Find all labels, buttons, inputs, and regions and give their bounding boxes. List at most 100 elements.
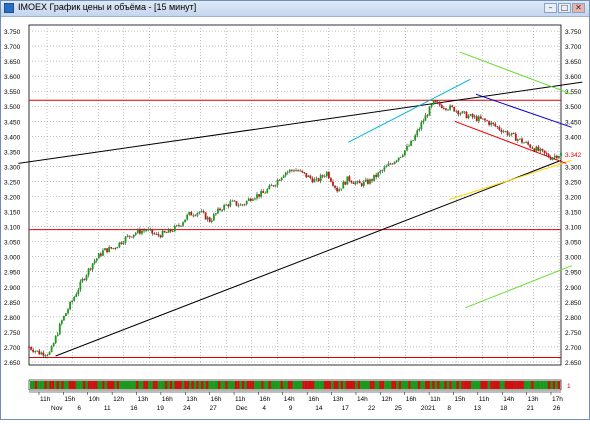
volume-bar bbox=[239, 381, 243, 389]
candle-body bbox=[245, 200, 248, 205]
volume-bar bbox=[350, 381, 354, 389]
candle-body bbox=[120, 242, 123, 244]
candle-body bbox=[547, 154, 550, 158]
volume-bar bbox=[70, 381, 74, 389]
volume-bar bbox=[215, 381, 219, 389]
minimize-button[interactable]: – bbox=[544, 3, 557, 13]
candle-body bbox=[282, 175, 285, 178]
volume-bar bbox=[502, 381, 505, 389]
price-chart[interactable]: 3.750 3.750 3.700 3.700 3.650 3.650 3.600 3.600… bbox=[1, 17, 589, 419]
volume-bar bbox=[494, 381, 498, 389]
volume-bar bbox=[169, 381, 173, 389]
candle-body bbox=[159, 235, 162, 238]
candle-body bbox=[438, 102, 441, 106]
candle-body bbox=[50, 346, 53, 352]
candle-body bbox=[266, 189, 269, 193]
candle-body bbox=[229, 201, 232, 207]
volume-bar bbox=[299, 381, 303, 389]
candle-body bbox=[153, 233, 156, 235]
volume-bar bbox=[242, 381, 245, 389]
volume-bar bbox=[282, 381, 286, 389]
candle-body bbox=[311, 178, 314, 183]
x-tick-label-day: 6 bbox=[77, 405, 81, 412]
volume-bar bbox=[497, 381, 500, 389]
candle-body bbox=[67, 309, 69, 314]
candle-body bbox=[243, 204, 246, 206]
candle-body bbox=[276, 179, 279, 186]
candle-body bbox=[251, 199, 254, 201]
y-tick-label-right: 3.750 bbox=[565, 29, 582, 36]
volume-bar bbox=[326, 381, 329, 389]
volume-bar bbox=[352, 381, 356, 389]
x-tick-label-hour: 12h bbox=[381, 396, 392, 403]
volume-bar bbox=[136, 381, 139, 389]
chart-area[interactable]: 3.750 3.750 3.700 3.700 3.650 3.650 3.600 3.600… bbox=[1, 17, 589, 419]
volume-bar bbox=[463, 381, 467, 389]
x-tick-label-hour: 14h bbox=[503, 396, 514, 403]
candle-body bbox=[143, 230, 145, 232]
volume-bar bbox=[213, 381, 216, 389]
volume-bar bbox=[454, 381, 457, 389]
volume-bar bbox=[321, 381, 325, 389]
candle-body bbox=[321, 175, 324, 177]
candle-body bbox=[79, 281, 82, 290]
volume-bar bbox=[388, 381, 392, 389]
volume-bar bbox=[519, 381, 522, 389]
y-tick-label-right: 2.700 bbox=[565, 345, 582, 352]
candle-body bbox=[551, 157, 554, 160]
volume-bar bbox=[507, 381, 510, 389]
y-tick-label-right: 3.400 bbox=[565, 134, 582, 141]
candle-body bbox=[475, 116, 478, 121]
candle-body bbox=[81, 278, 84, 282]
candle-body bbox=[151, 229, 154, 234]
volume-bar bbox=[179, 381, 182, 389]
candle-body bbox=[223, 205, 226, 210]
candle-body bbox=[256, 194, 258, 199]
y-tick-label-right: 3.600 bbox=[565, 74, 582, 81]
maximize-button[interactable]: □ bbox=[558, 3, 571, 13]
candle-body bbox=[200, 211, 203, 212]
volume-bar bbox=[126, 381, 129, 389]
candle-body bbox=[102, 250, 104, 256]
volume-bar bbox=[473, 381, 476, 389]
volume-bar bbox=[499, 381, 503, 389]
candle-body bbox=[336, 187, 339, 192]
candle-body bbox=[558, 155, 560, 159]
close-button[interactable]: ✕ bbox=[572, 3, 585, 13]
candle-body bbox=[208, 217, 211, 222]
title-bar[interactable]: IMOEX График цены и объёма - [15 минут] … bbox=[1, 1, 589, 17]
candle-body bbox=[270, 185, 273, 187]
y-tick-label-right: 3.650 bbox=[565, 59, 582, 66]
volume-bar bbox=[331, 381, 334, 389]
candle-body bbox=[549, 157, 552, 160]
candle-body bbox=[445, 108, 447, 110]
volume-bar bbox=[133, 381, 137, 389]
candle-body bbox=[217, 208, 219, 214]
candle-body bbox=[533, 148, 536, 152]
candle-body bbox=[375, 174, 378, 177]
volume-bar bbox=[531, 381, 534, 389]
volume-bar bbox=[280, 381, 284, 389]
x-tick-label-hour: 14h bbox=[284, 396, 295, 403]
volume-bar bbox=[427, 381, 431, 389]
candle-body bbox=[553, 155, 556, 158]
volume-bar bbox=[205, 381, 209, 389]
candle-body bbox=[403, 150, 406, 156]
volume-bar bbox=[114, 381, 117, 389]
volume-bar bbox=[434, 381, 438, 389]
x-tick-label-hour: 16h bbox=[406, 396, 417, 403]
candle-body bbox=[178, 225, 180, 227]
candle-body bbox=[479, 116, 482, 119]
volume-bar bbox=[446, 381, 450, 389]
x-tick-label-hour: 15h bbox=[454, 396, 465, 403]
y-tick-label-left: 3.300 bbox=[4, 164, 21, 171]
y-tick-label-left: 2.900 bbox=[4, 285, 21, 292]
candle-body bbox=[73, 296, 76, 301]
volume-bar bbox=[304, 381, 308, 389]
y-tick-label-left: 3.450 bbox=[4, 119, 21, 126]
volume-bar bbox=[90, 381, 93, 389]
volume-bar bbox=[297, 381, 301, 389]
x-tick-label-hour: 16h bbox=[162, 396, 173, 403]
x-tick-label-day: 16 bbox=[130, 405, 138, 412]
volume-bar bbox=[58, 381, 62, 389]
